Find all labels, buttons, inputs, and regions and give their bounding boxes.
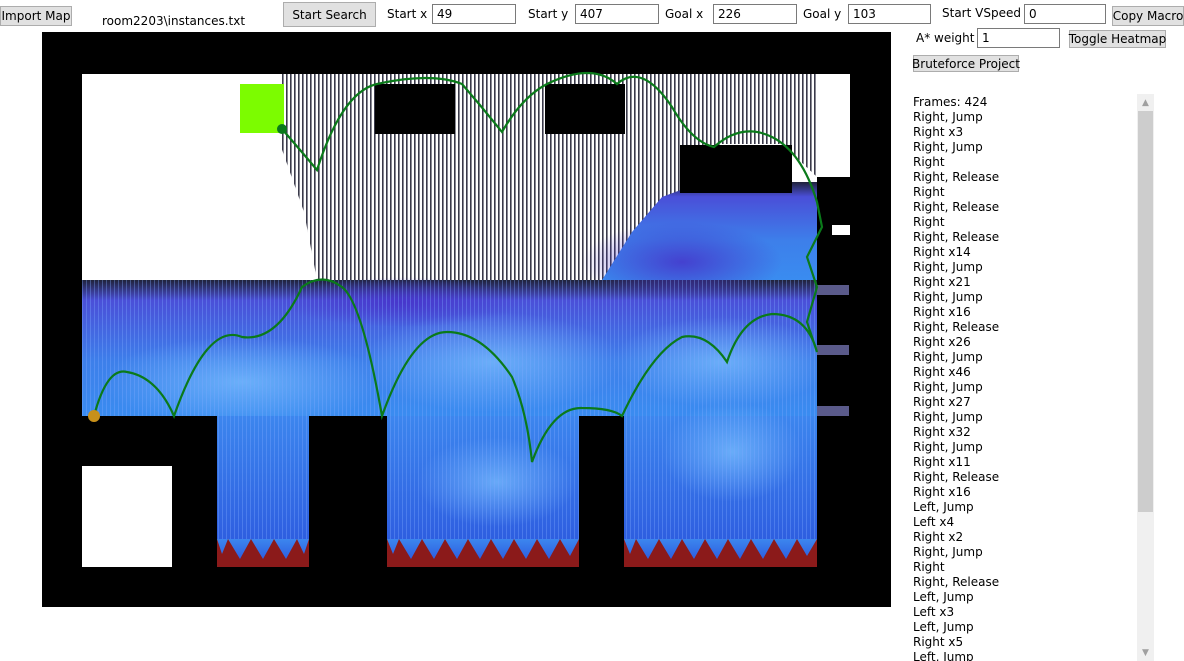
macro-line: Right x14 [913, 245, 971, 259]
macro-line: Right [913, 185, 945, 199]
astar-weight-input[interactable] [977, 28, 1060, 48]
macro-line: Right x21 [913, 275, 971, 289]
macro-list[interactable]: Frames: 424 Right, Jump Right x3 Right, … [913, 95, 1133, 661]
goal-y-label: Goal y [803, 7, 842, 21]
macro-line: Right, Release [913, 200, 1000, 214]
macro-line: Right, Jump [913, 545, 983, 559]
macro-line: Right x32 [913, 425, 971, 439]
right-opening [832, 225, 850, 235]
bruteforce-project-button[interactable]: Bruteforce Project [912, 55, 1020, 72]
right-ledge [817, 345, 849, 355]
macro-scrollbar[interactable]: ▲ ▼ [1137, 94, 1154, 661]
macro-line: Right, Jump [913, 380, 983, 394]
goal-marker [240, 84, 284, 133]
macro-line: Left, Jump [913, 620, 974, 634]
macro-line: Left x4 [913, 515, 955, 529]
macro-line: Right x27 [913, 395, 971, 409]
macro-line: Right, Release [913, 575, 1000, 589]
macro-line: Right, Release [913, 470, 1000, 484]
start-marker [88, 410, 100, 422]
macro-line: Right x26 [913, 335, 971, 349]
macro-line: Right x46 [913, 365, 971, 379]
right-ledge [817, 406, 849, 416]
astar-weight-label: A* weight [916, 31, 975, 45]
scroll-thumb[interactable] [1138, 111, 1153, 512]
macro-line: Right x16 [913, 485, 971, 499]
goal-x-input[interactable] [713, 4, 797, 24]
path-end-dot [277, 124, 287, 134]
start-x-input[interactable] [432, 4, 516, 24]
file-path-label: room2203\instances.txt [102, 14, 246, 28]
right-ledge [817, 285, 849, 295]
floor-bottom [42, 567, 891, 607]
macro-line: Right, Jump [913, 260, 983, 274]
macro-line: Right x2 [913, 530, 964, 544]
map-canvas[interactable] [42, 32, 891, 607]
macro-line: Right x11 [913, 455, 971, 469]
goal-x-label: Goal x [665, 7, 704, 21]
copy-macro-button[interactable]: Copy Macro [1112, 6, 1184, 26]
start-search-button[interactable]: Start Search [283, 2, 376, 27]
start-vspeed-input[interactable] [1024, 4, 1106, 24]
macro-line: Left, Jump [913, 650, 974, 661]
start-y-input[interactable] [575, 4, 659, 24]
obstacle-block [680, 145, 792, 193]
macro-line: Right x3 [913, 125, 964, 139]
macro-line: Right x16 [913, 305, 971, 319]
macro-line: Right [913, 155, 945, 169]
macro-line: Right, Jump [913, 410, 983, 424]
frames-label: Frames: 424 [913, 95, 988, 109]
macro-line: Right, Jump [913, 110, 983, 124]
scroll-down-icon[interactable]: ▼ [1137, 644, 1154, 661]
macro-line: Left x3 [913, 605, 955, 619]
toggle-heatmap-button[interactable]: Toggle Heatmap [1069, 30, 1166, 48]
macro-line: Right x5 [913, 635, 964, 649]
macro-line: Right [913, 560, 945, 574]
macro-line: Left, Jump [913, 500, 974, 514]
scroll-up-icon[interactable]: ▲ [1137, 94, 1154, 111]
macro-line: Right, Release [913, 230, 1000, 244]
start-x-label: Start x [387, 7, 428, 21]
import-map-button[interactable]: Import Map [0, 6, 72, 26]
obstacle-block [375, 84, 455, 134]
white-block [82, 466, 172, 567]
macro-line: Right, Jump [913, 140, 983, 154]
macro-line: Right [913, 215, 945, 229]
macro-line: Right, Release [913, 320, 1000, 334]
start-y-label: Start y [528, 7, 569, 21]
right-wall [817, 177, 891, 607]
macro-line: Right, Jump [913, 350, 983, 364]
macro-line: Right, Jump [913, 290, 983, 304]
macro-line: Right, Release [913, 170, 1000, 184]
obstacle-block [545, 84, 625, 134]
start-vspeed-label: Start VSpeed [942, 6, 1021, 20]
macro-line: Right, Jump [913, 440, 983, 454]
goal-y-input[interactable] [848, 4, 931, 24]
macro-line: Left, Jump [913, 590, 974, 604]
